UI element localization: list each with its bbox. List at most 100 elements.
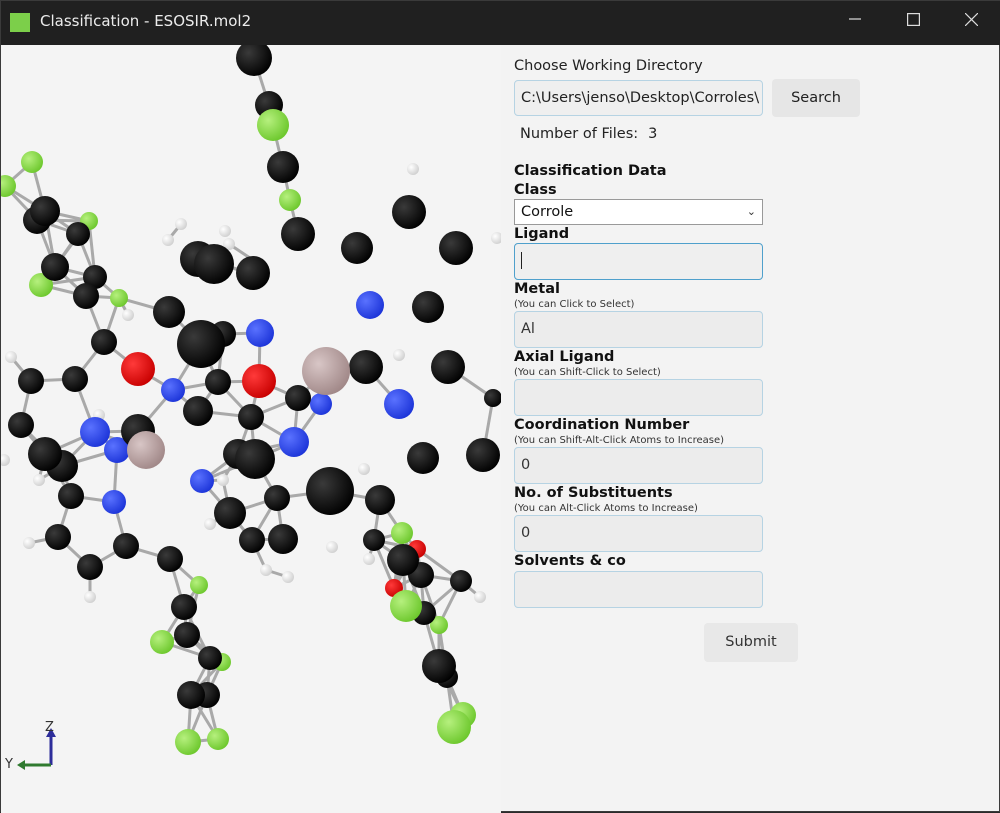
atom[interactable] [437,710,471,744]
atom[interactable] [407,163,419,175]
atom[interactable] [246,319,274,347]
atom[interactable] [466,438,500,472]
atom[interactable] [30,196,60,226]
atom[interactable] [194,244,234,284]
atom[interactable] [190,469,214,493]
atom[interactable] [45,524,71,550]
atom[interactable] [157,546,183,572]
atom[interactable] [341,232,373,264]
atom[interactable] [5,351,17,363]
class-select[interactable]: Corrole ⌄ [514,199,763,225]
atom[interactable] [282,571,294,583]
atom[interactable] [161,378,185,402]
atom[interactable] [387,544,419,576]
atom[interactable] [174,622,200,648]
atom[interactable] [219,225,231,237]
molecule-viewer[interactable]: Z Y [1,45,501,813]
atom[interactable] [407,442,439,474]
atom[interactable] [358,463,370,475]
atom[interactable] [484,389,501,407]
atom[interactable] [491,232,501,244]
atom[interactable] [66,222,90,246]
search-button[interactable]: Search [772,79,860,117]
atom[interactable] [431,350,465,384]
atom[interactable] [190,576,208,594]
atom[interactable] [306,467,354,515]
atom[interactable] [264,485,290,511]
close-button[interactable] [943,1,999,37]
atom[interactable] [390,590,422,622]
atom[interactable] [450,570,472,592]
atom[interactable] [439,231,473,265]
atom[interactable] [236,256,270,290]
atom[interactable] [285,385,311,411]
atom[interactable] [207,728,229,750]
atom[interactable] [257,109,289,141]
atom[interactable] [113,533,139,559]
atom[interactable] [121,352,155,386]
solvents-input[interactable] [514,571,763,608]
coordination-number-input[interactable]: 0 [514,447,763,484]
atom[interactable] [242,364,276,398]
atom[interactable] [356,291,384,319]
atom[interactable] [84,591,96,603]
atom[interactable] [267,151,299,183]
minimize-button[interactable] [827,1,883,37]
atom[interactable] [205,369,231,395]
atom[interactable] [102,490,126,514]
atom[interactable] [177,681,205,709]
atom[interactable] [238,404,264,430]
atom[interactable] [217,474,229,486]
atom[interactable] [175,218,187,230]
atom[interactable] [384,389,414,419]
atom[interactable] [73,283,99,309]
atom[interactable] [326,541,338,553]
atom[interactable] [349,350,383,384]
atom[interactable] [235,439,275,479]
atom[interactable] [171,594,197,620]
atom[interactable] [41,253,69,281]
substituents-input[interactable]: 0 [514,515,763,552]
atom[interactable] [422,649,456,683]
atom[interactable] [91,329,117,355]
atom[interactable] [204,518,216,530]
atom[interactable] [214,497,246,529]
metal-input[interactable]: Al [514,311,763,348]
atom[interactable] [236,45,272,76]
atom[interactable] [33,474,45,486]
atom[interactable] [239,527,265,553]
directory-input[interactable]: C:\Users\jenso\Desktop\Corroles\ [514,80,763,116]
atom[interactable] [21,151,43,173]
atom[interactable] [80,417,110,447]
atom[interactable] [8,412,34,438]
atom[interactable] [150,630,174,654]
atom[interactable] [162,234,174,246]
atom[interactable] [363,553,375,565]
ligand-input[interactable] [514,243,763,280]
atom[interactable] [77,554,103,580]
atom[interactable] [122,309,134,321]
atom[interactable] [110,289,128,307]
axial-ligand-input[interactable] [514,379,763,416]
atom[interactable] [412,291,444,323]
atom[interactable] [177,320,225,368]
atom[interactable] [391,522,413,544]
atom[interactable] [198,646,222,670]
atom[interactable] [23,537,35,549]
atom[interactable] [365,485,395,515]
atom[interactable] [183,396,213,426]
atom[interactable] [62,366,88,392]
atom[interactable] [279,427,309,457]
atom[interactable] [268,524,298,554]
atom[interactable] [175,729,201,755]
atom[interactable] [1,454,10,466]
atom[interactable] [392,195,426,229]
atom[interactable] [310,393,332,415]
atom[interactable] [18,368,44,394]
molecule-canvas[interactable]: Z Y [1,45,501,813]
atom[interactable] [393,349,405,361]
atom[interactable] [260,564,272,576]
atom[interactable] [127,431,165,469]
maximize-button[interactable] [885,1,941,37]
atom[interactable] [153,296,185,328]
